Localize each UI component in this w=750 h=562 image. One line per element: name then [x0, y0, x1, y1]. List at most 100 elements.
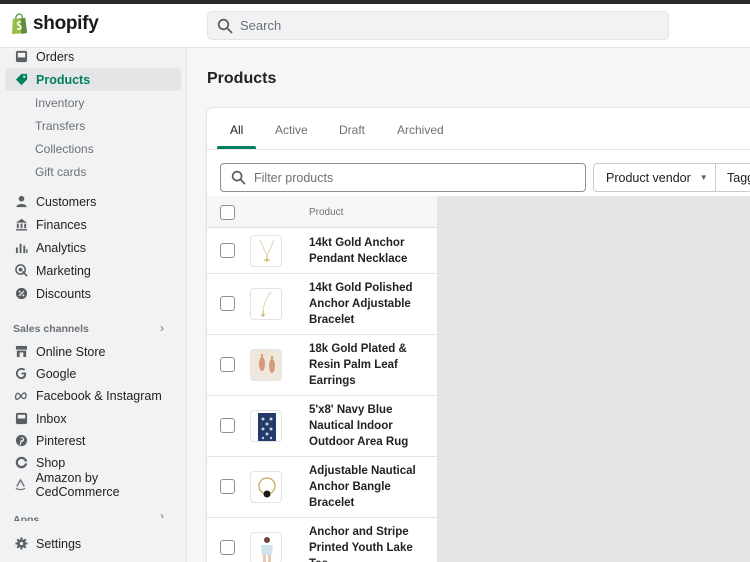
sidebar-item-label: Discounts	[36, 286, 91, 301]
sidebar-subitem-gift-cards[interactable]: Gift cards	[35, 162, 86, 182]
discount-icon	[14, 287, 28, 301]
chevron-right-icon[interactable]: ›	[160, 509, 164, 518]
product-name[interactable]: 18k Gold Plated & Resin Palm Leaf Earrin…	[309, 341, 429, 389]
row-checkbox[interactable]	[220, 540, 235, 555]
table-row[interactable]: 18k Gold Plated & Resin Palm Leaf Earrin…	[207, 335, 437, 396]
product-name[interactable]: 14kt Gold Polished Anchor Adjustable Bra…	[309, 280, 429, 328]
sidebar: Orders Products Inventory Transfers Coll…	[0, 49, 187, 562]
row-checkbox[interactable]	[220, 479, 235, 494]
pinterest-icon	[14, 434, 28, 448]
select-all-checkbox[interactable]	[220, 205, 235, 220]
sidebar-channel-pinterest[interactable]: Pinterest	[5, 429, 181, 452]
sidebar-item-label: Facebook & Instagram	[36, 388, 162, 403]
tab-bar: All Active Draft Archived	[207, 108, 750, 150]
product-thumbnail	[250, 410, 282, 442]
filter-products-input[interactable]: Filter products	[220, 163, 586, 192]
column-header-product[interactable]: Product	[309, 207, 343, 218]
person-icon	[14, 195, 28, 209]
sidebar-channel-inbox[interactable]: Inbox	[5, 407, 181, 430]
sidebar-subitem-transfers[interactable]: Transfers	[35, 116, 85, 136]
sidebar-item-discounts[interactable]: Discounts	[5, 282, 181, 305]
sidebar-item-label: Pinterest	[36, 433, 86, 448]
product-thumbnail	[250, 471, 282, 503]
row-checkbox[interactable]	[220, 418, 235, 433]
row-checkbox[interactable]	[220, 357, 235, 372]
table-header: Product	[207, 196, 437, 228]
sidebar-subitem-collections[interactable]: Collections	[35, 139, 94, 159]
products-card: All Active Draft Archived Filter product…	[207, 108, 750, 562]
search-icon	[231, 170, 246, 185]
sidebar-channel-amazon[interactable]: Amazon by CedCommerce	[5, 470, 181, 499]
table-row[interactable]: Adjustable Nautical Anchor Bangle Bracel…	[207, 457, 437, 518]
table-row[interactable]: 5'x8' Navy Blue Nautical Indoor Outdoor …	[207, 396, 437, 457]
product-thumbnail	[250, 235, 282, 267]
tab-draft[interactable]: Draft	[339, 123, 365, 137]
sidebar-item-label: Google	[36, 366, 77, 381]
page-title: Products	[207, 70, 277, 87]
sidebar-item-label: Inbox	[36, 411, 67, 426]
sidebar-item-label: Amazon by CedCommerce	[35, 470, 120, 499]
sidebar-item-label: Analytics	[36, 240, 87, 255]
tab-archived[interactable]: Archived	[397, 123, 444, 137]
sidebar-item-analytics[interactable]: Analytics	[5, 236, 181, 259]
filter-placeholder: Filter products	[254, 170, 334, 185]
row-checkbox[interactable]	[220, 243, 235, 258]
inbox-icon	[14, 412, 28, 426]
caret-down-icon: ▼	[699, 173, 708, 182]
product-name[interactable]: Adjustable Nautical Anchor Bangle Bracel…	[309, 463, 429, 511]
target-icon	[14, 264, 28, 278]
logo-wordmark: shopify	[33, 13, 99, 34]
product-vendor-button[interactable]: Product vendor ▼	[593, 163, 716, 192]
product-name[interactable]: Anchor and Stripe Printed Youth Lake Tee	[309, 524, 429, 562]
product-thumbnail	[250, 349, 282, 381]
tab-all[interactable]: All	[230, 123, 243, 137]
amazon-icon	[14, 478, 28, 492]
product-thumbnail	[250, 532, 282, 562]
product-thumbnail	[250, 288, 282, 320]
tag-icon	[14, 73, 28, 87]
search-input[interactable]: Search	[207, 11, 669, 40]
sidebar-channel-google[interactable]: Google	[5, 362, 181, 385]
sidebar-item-customers[interactable]: Customers	[5, 190, 181, 213]
row-checkbox[interactable]	[220, 296, 235, 311]
table-row[interactable]: Anchor and Stripe Printed Youth Lake Tee	[207, 518, 437, 562]
sidebar-item-label: Customers	[36, 194, 97, 209]
sidebar-item-orders[interactable]: Orders	[5, 45, 181, 68]
sidebar-item-label: Products	[36, 72, 91, 87]
bank-icon	[14, 218, 28, 232]
sidebar-item-finances[interactable]: Finances	[5, 213, 181, 236]
tab-active[interactable]: Active	[275, 123, 308, 137]
chevron-right-icon[interactable]: ›	[160, 321, 164, 335]
tagged-with-button[interactable]: Tagg	[715, 163, 750, 192]
sidebar-channel-online-store[interactable]: Online Store	[5, 340, 181, 363]
search-placeholder: Search	[240, 18, 282, 33]
table-row[interactable]: 14kt Gold Polished Anchor Adjustable Bra…	[207, 274, 437, 335]
bar-chart-icon	[14, 241, 28, 255]
google-icon	[14, 367, 28, 381]
shopify-bag-icon	[11, 13, 28, 34]
tagged-label: Tagg	[727, 170, 750, 185]
loading-overlay	[437, 196, 750, 562]
sidebar-item-products[interactable]: Products	[5, 68, 181, 91]
top-bar: shopify Search	[0, 4, 750, 48]
shopify-logo[interactable]: shopify	[10, 13, 99, 35]
product-name[interactable]: 14kt Gold Anchor Pendant Necklace	[309, 235, 429, 267]
sidebar-item-label: Finances	[36, 217, 87, 232]
store-icon	[14, 345, 28, 359]
table-row[interactable]: 14kt Gold Anchor Pendant Necklace	[207, 229, 437, 274]
meta-icon	[14, 389, 28, 403]
gear-icon	[14, 537, 28, 551]
search-icon	[217, 18, 233, 33]
product-name[interactable]: 5'x8' Navy Blue Nautical Indoor Outdoor …	[309, 402, 429, 450]
active-tab-indicator	[217, 146, 256, 149]
shop-icon	[14, 456, 28, 470]
sidebar-item-settings[interactable]: Settings	[5, 532, 181, 555]
sidebar-item-marketing[interactable]: Marketing	[5, 259, 181, 282]
apps-heading: Apps	[13, 514, 40, 521]
sidebar-channel-facebook-instagram[interactable]: Facebook & Instagram	[5, 384, 181, 407]
product-vendor-label: Product vendor	[606, 170, 691, 185]
sidebar-item-label: Online Store	[36, 344, 106, 359]
sidebar-item-label: Orders	[36, 49, 75, 64]
sidebar-subitem-inventory[interactable]: Inventory	[35, 93, 84, 113]
sidebar-item-label: Shop	[36, 455, 66, 470]
